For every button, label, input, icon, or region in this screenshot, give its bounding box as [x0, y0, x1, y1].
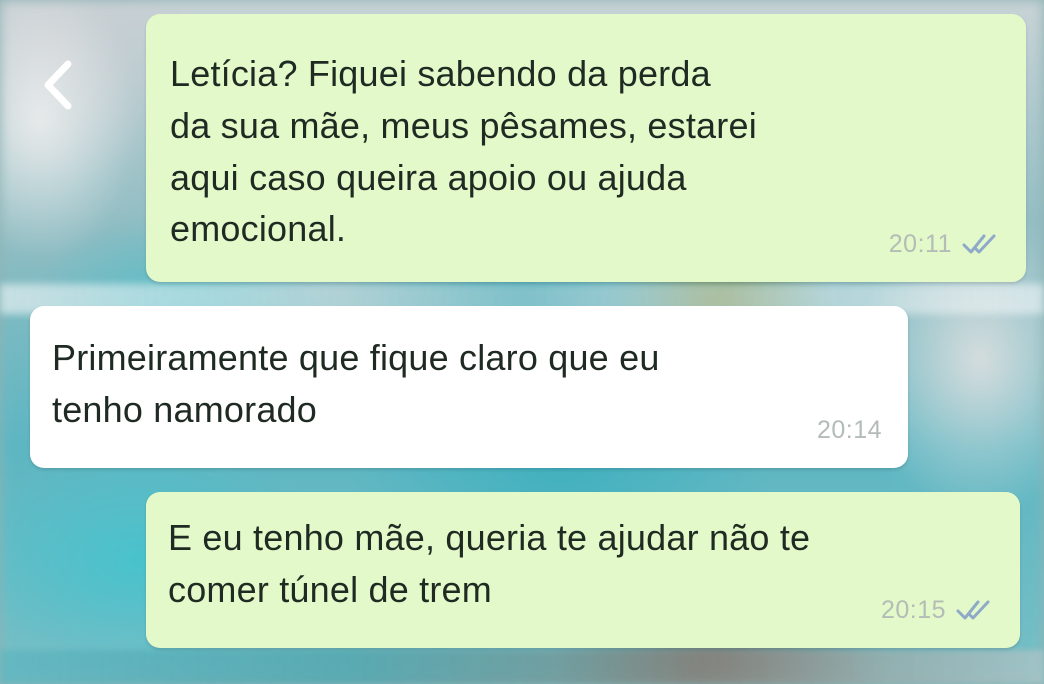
double-check-icon — [956, 600, 990, 620]
double-check-icon — [962, 234, 996, 254]
wallpaper-detail — [0, 650, 1044, 684]
message-text: Letícia? Fiquei sabendo da perda da sua … — [170, 53, 757, 250]
message-time: 20:11 — [888, 230, 952, 258]
message-meta: 20:15 — [881, 592, 994, 628]
message-text: E eu tenho mãe, queria te ajudar não te … — [168, 517, 811, 610]
message-bubble-outgoing[interactable]: Letícia? Fiquei sabendo da perda da sua … — [146, 14, 1026, 282]
message-text: Primeiramente que fique claro que eu ten… — [52, 337, 660, 430]
chevron-left-icon[interactable] — [38, 58, 78, 112]
message-bubble-incoming[interactable]: Primeiramente que fique claro que eu ten… — [30, 306, 908, 468]
message-meta: 20:11 — [889, 226, 1000, 262]
message-meta: 20:14 — [817, 412, 882, 448]
message-time: 20:15 — [880, 596, 946, 624]
message-time: 20:14 — [816, 416, 882, 444]
message-bubble-outgoing[interactable]: E eu tenho mãe, queria te ajudar não te … — [146, 492, 1020, 648]
